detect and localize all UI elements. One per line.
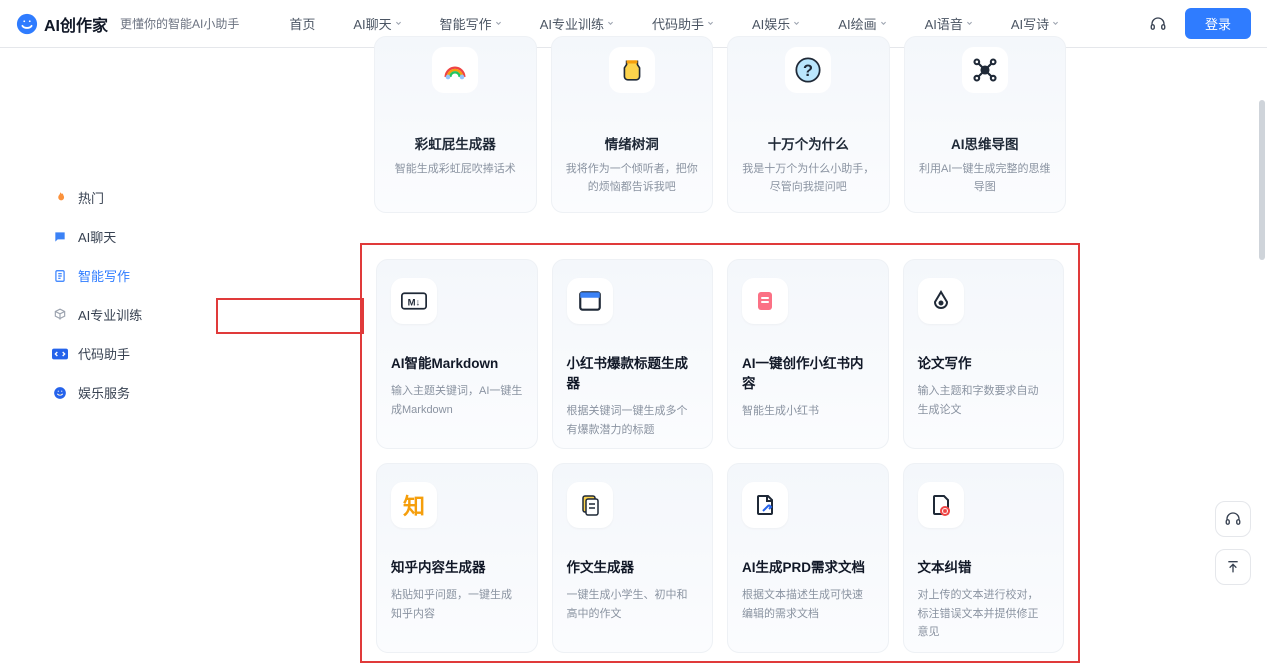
sidebar-item-label: AI聊天 [78,227,116,246]
card-title: 情绪树洞 [566,133,699,153]
sidebar-item-hot[interactable]: 热门 [40,178,190,217]
correct-icon [918,482,964,528]
smile-icon [52,385,68,401]
sidebar-item-code[interactable]: 代码助手 [40,334,190,373]
scrollbar-thumb[interactable] [1259,100,1265,260]
sidebar-item-chat[interactable]: AI聊天 [40,217,190,256]
sidebar-item-label: 娱乐服务 [78,383,130,402]
sidebar-item-train[interactable]: AI专业训练 [40,295,190,334]
sidebar-item-label: 热门 [78,188,104,207]
code-icon [52,346,68,362]
brand-name: AI创作家 [44,12,108,36]
card-desc: 智能生成彩虹屁吹捧话术 [389,161,522,179]
essay-icon [567,482,613,528]
sidebar-item-entertain[interactable]: 娱乐服务 [40,373,190,412]
chevron-down-icon [395,20,402,27]
card-desc: 根据关键词一键生成多个有爆款潜力的标题 [567,402,699,439]
writing-section-highlight: M↓ AI智能Markdown 输入主题关键词，AI一键生成Markdown 小… [360,243,1080,663]
chevron-down-icon [880,20,887,27]
nav-code[interactable]: 代码助手 [634,8,732,39]
top-nav: 首页 AI聊天 智能写作 AI专业训练 代码助手 AI娱乐 AI绘画 AI语音 … [271,8,1077,39]
sidebar: 热门 AI聊天 智能写作 AI专业训练 代码助手 娱乐服务 [0,48,200,625]
login-button[interactable]: 登录 [1185,8,1251,39]
markdown-icon: M↓ [391,278,437,324]
card-title: AI生成PRD需求文档 [742,556,874,576]
card-title: 十万个为什么 [742,133,875,153]
nav-paint[interactable]: AI绘画 [820,8,904,39]
nav-voice[interactable]: AI语音 [907,8,991,39]
nav-writing[interactable]: 智能写作 [422,8,520,39]
card-rainbow[interactable]: 彩虹屁生成器 智能生成彩虹屁吹捧话术 [374,36,537,213]
card-desc: 根据文本描述生成可快速编辑的需求文档 [742,586,874,623]
logo[interactable]: AI创作家 [16,12,108,36]
window-icon [567,278,613,324]
jar-icon [609,47,655,93]
nav-train[interactable]: AI专业训练 [522,8,632,39]
card-markdown[interactable]: M↓ AI智能Markdown 输入主题关键词，AI一键生成Markdown [376,259,538,449]
card-desc: 智能生成小红书 [742,402,874,421]
card-desc: 粘贴知乎问题，一键生成知乎内容 [391,586,523,623]
doc-icon [52,268,68,284]
note-icon [742,278,788,324]
pen-icon [918,278,964,324]
support-icon[interactable] [1149,15,1167,33]
prd-icon [742,482,788,528]
card-paper[interactable]: 论文写作 输入主题和字数要求自动生成论文 [903,259,1065,449]
card-title: 知乎内容生成器 [391,556,523,576]
card-desc: 我将作为一个倾听者，把你的烦恼都告诉我吧 [566,161,699,196]
nav-poem[interactable]: AI写诗 [993,8,1077,39]
writing-grid: M↓ AI智能Markdown 输入主题关键词，AI一键生成Markdown 小… [362,245,1078,667]
sidebar-item-label: AI专业训练 [78,305,142,324]
svg-text:?: ? [803,62,813,80]
fire-icon [52,190,68,206]
tagline: 更懂你的智能AI小助手 [120,15,239,32]
sidebar-highlight-box [216,298,364,334]
card-xhs-content[interactable]: AI一键创作小红书内容 智能生成小红书 [727,259,889,449]
card-title: AI一键创作小红书内容 [742,352,874,392]
card-title: AI智能Markdown [391,352,523,372]
card-title: 彩虹屁生成器 [389,133,522,153]
chevron-down-icon [1052,20,1059,27]
card-desc: 利用AI一键生成完整的思维导图 [919,161,1052,196]
svg-text:M↓: M↓ [408,297,421,308]
card-title: AI思维导图 [919,133,1052,153]
support-float-button[interactable] [1215,501,1251,537]
question-icon: ? [785,47,831,93]
chevron-down-icon [607,20,614,27]
card-desc: 我是十万个为什么小助手，尽管向我提问吧 [742,161,875,196]
sidebar-item-label: 智能写作 [78,266,130,285]
chat-icon [52,229,68,245]
nav-home[interactable]: 首页 [271,8,333,39]
zhihu-icon: 知 [391,482,437,528]
card-mindmap[interactable]: AI思维导图 利用AI一键生成完整的思维导图 [904,36,1067,213]
card-why[interactable]: ? 十万个为什么 我是十万个为什么小助手，尽管向我提问吧 [727,36,890,213]
card-xhs-title[interactable]: 小红书爆款标题生成器 根据关键词一键生成多个有爆款潜力的标题 [552,259,714,449]
card-title: 文本纠错 [918,556,1050,576]
sidebar-item-writing[interactable]: 智能写作 [40,256,190,295]
chevron-down-icon [793,20,800,27]
page-body: 热门 AI聊天 智能写作 AI专业训练 代码助手 娱乐服务 [0,48,1267,625]
nav-chat[interactable]: AI聊天 [335,8,419,39]
mindmap-icon [962,47,1008,93]
card-treehole[interactable]: 情绪树洞 我将作为一个倾听者，把你的烦恼都告诉我吧 [551,36,714,213]
card-desc: 输入主题关键词，AI一键生成Markdown [391,382,523,419]
card-title: 作文生成器 [567,556,699,576]
float-actions [1215,501,1251,585]
rainbow-icon [432,47,478,93]
card-title: 小红书爆款标题生成器 [567,352,699,392]
logo-icon [16,13,38,35]
card-desc: 一键生成小学生、初中和高中的作文 [567,586,699,623]
cube-icon [52,307,68,323]
chevron-down-icon [707,20,714,27]
chevron-down-icon [966,20,973,27]
card-desc: 输入主题和字数要求自动生成论文 [918,382,1050,419]
card-title: 论文写作 [918,352,1050,372]
sidebar-item-label: 代码助手 [78,344,130,363]
top-cards-row: 彩虹屁生成器 智能生成彩虹屁吹捧话术 情绪树洞 我将作为一个倾听者，把你的烦恼都… [360,36,1080,213]
card-desc: 对上传的文本进行校对，标注错误文本并提供修正意见 [918,586,1050,642]
chevron-down-icon [495,20,502,27]
back-to-top-button[interactable] [1215,549,1251,585]
nav-entertain[interactable]: AI娱乐 [734,8,818,39]
